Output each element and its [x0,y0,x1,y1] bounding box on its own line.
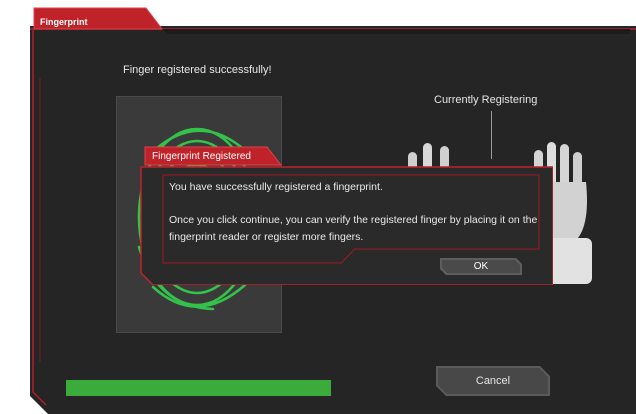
currently-registering-label: Currently Registering [434,94,538,106]
status-message: Finger registered successfully! [123,64,272,76]
cancel-button-label: Cancel [475,375,511,387]
ok-button[interactable]: OK [440,258,522,275]
dialog-message-line1: You have successfully registered a finge… [169,181,383,193]
fingerprint-registered-dialog: Fingerprint Registered You have successf… [139,145,553,285]
window-title: Fingerprint [40,17,88,27]
progress-bar-fill [66,380,331,396]
ok-button-label: OK [473,261,489,272]
dialog-title: Fingerprint Registered [152,151,251,162]
registration-progress-bar [66,380,331,396]
dialog-message-line2: Once you click continue, you can verify … [169,214,538,243]
cancel-button[interactable]: Cancel [436,366,550,396]
